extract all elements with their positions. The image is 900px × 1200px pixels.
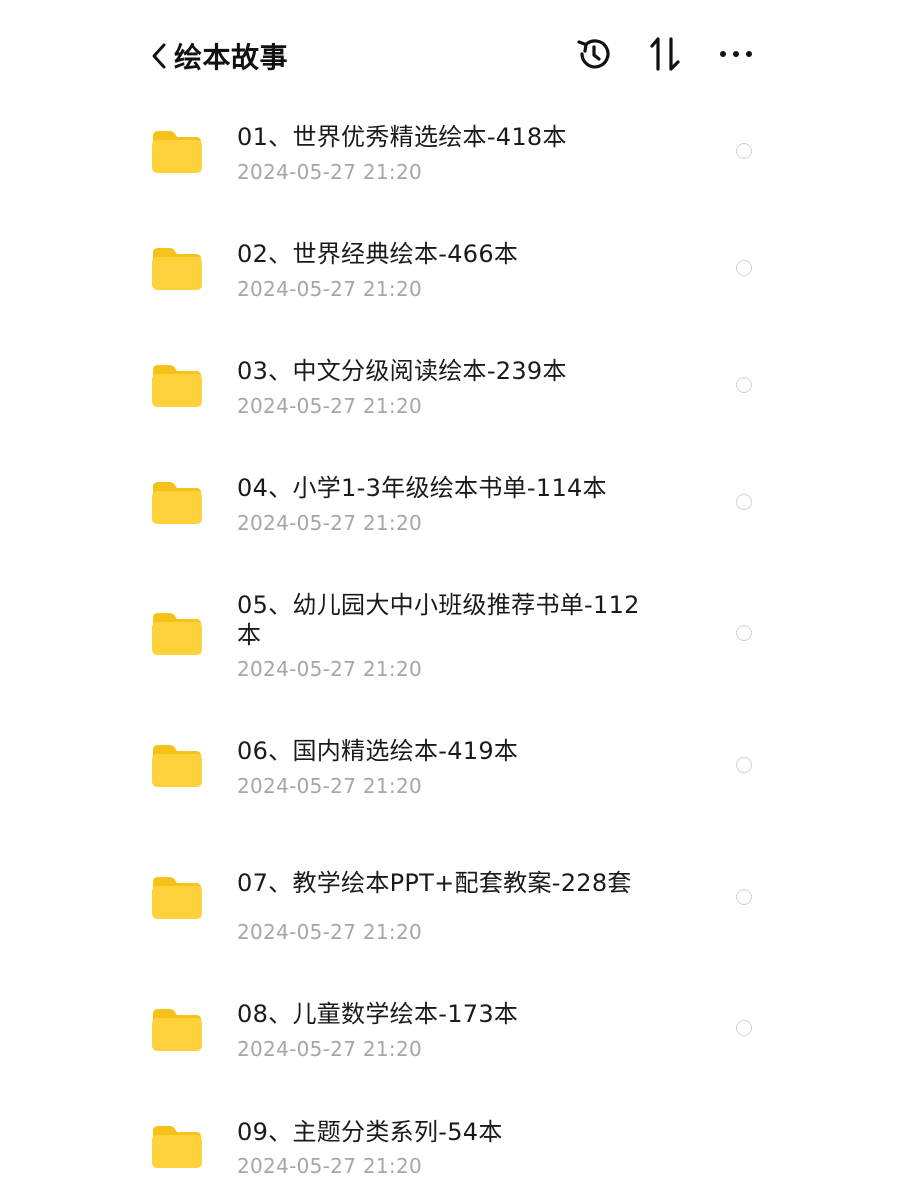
file-name: 05、幼儿园大中小班级推荐书单-112本 [237, 591, 640, 649]
file-name: 03、中文分级阅读绘本-239本 [237, 357, 567, 385]
folder-icon [151, 1123, 203, 1169]
select-radio[interactable] [736, 757, 752, 773]
folder-icon [151, 610, 203, 656]
folder-icon [151, 362, 203, 408]
file-date: 2024-05-27 21:20 [237, 160, 423, 184]
folder-icon [151, 1006, 203, 1052]
page-title: 绘本故事 [174, 41, 289, 74]
file-name: 06、国内精选绘本-419本 [237, 737, 519, 765]
history-button[interactable] [574, 34, 614, 74]
file-date: 2024-05-27 21:20 [237, 920, 423, 944]
file-date: 2024-05-27 21:20 [237, 1037, 423, 1061]
file-date: 2024-05-27 21:20 [237, 1154, 423, 1178]
file-name: 08、儿童数学绘本-173本 [237, 1000, 519, 1028]
file-date: 2024-05-27 21:20 [237, 277, 423, 301]
file-date: 2024-05-27 21:20 [237, 394, 423, 418]
more-icon [716, 34, 756, 74]
file-date: 2024-05-27 21:20 [237, 774, 423, 798]
file-name: 09、主题分类系列-54本 [237, 1118, 503, 1146]
sort-icon [645, 34, 685, 74]
file-date: 2024-05-27 21:20 [237, 511, 423, 535]
select-radio[interactable] [736, 143, 752, 159]
folder-icon [151, 874, 203, 920]
back-button[interactable]: 绘本故事 [150, 36, 288, 76]
file-date: 2024-05-27 21:20 [237, 657, 423, 681]
sort-button[interactable] [645, 34, 685, 74]
select-radio[interactable] [736, 625, 752, 641]
top-bar: 绘本故事 [0, 0, 900, 110]
file-name: 02、世界经典绘本-466本 [237, 240, 519, 268]
folder-icon [151, 479, 203, 525]
history-icon [574, 34, 614, 74]
more-button[interactable] [716, 34, 756, 74]
select-radio[interactable] [736, 377, 752, 393]
chevron-left-icon [150, 41, 168, 71]
folder-icon [151, 245, 203, 291]
file-name: 01、世界优秀精选绘本-418本 [237, 123, 567, 151]
file-name: 07、教学绘本PPT+配套教案-228套 [237, 869, 632, 897]
file-name: 04、小学1-3年级绘本书单-114本 [237, 474, 607, 502]
select-radio[interactable] [736, 260, 752, 276]
folder-icon [151, 128, 203, 174]
select-radio[interactable] [736, 889, 752, 905]
select-radio[interactable] [736, 494, 752, 510]
select-radio[interactable] [736, 1020, 752, 1036]
folder-icon [151, 742, 203, 788]
